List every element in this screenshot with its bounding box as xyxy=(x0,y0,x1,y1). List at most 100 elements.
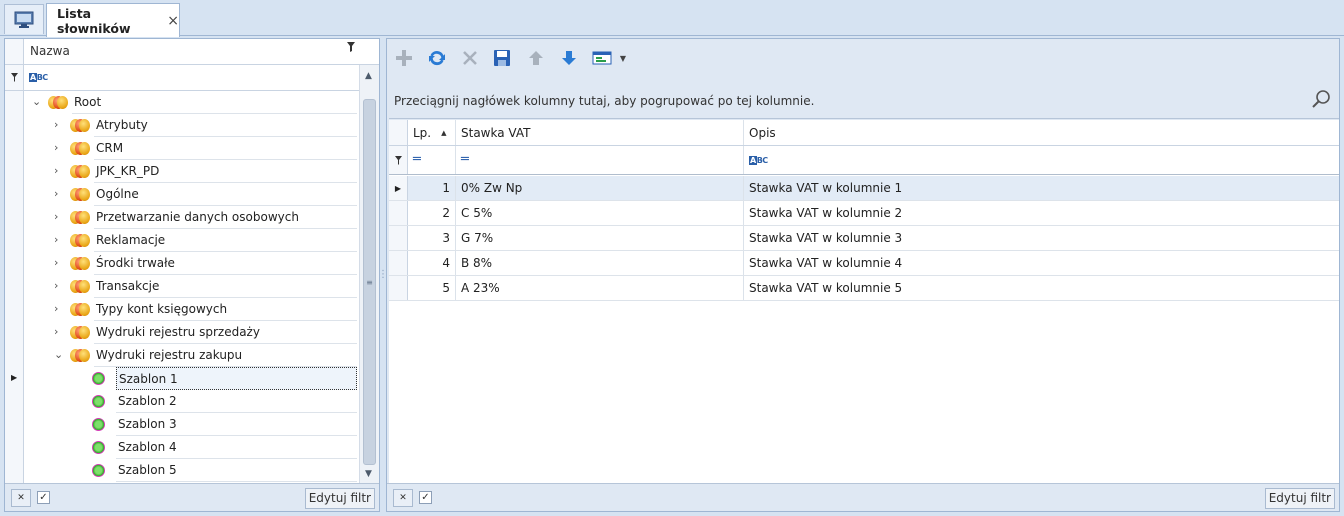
cell-opis[interactable]: Stawka VAT w kolumnie 2 xyxy=(744,201,1339,225)
chevron-right-icon[interactable]: › xyxy=(54,233,58,246)
current-row-indicator-icon: ▶ xyxy=(394,183,402,193)
cell-lp[interactable]: 5 xyxy=(408,276,456,300)
table-row[interactable]: ▶ 1 0% Zw Np Stawka VAT w kolumnie 1 xyxy=(389,176,1339,201)
tree-item[interactable]: › Typy kont księgowych xyxy=(24,298,357,321)
column-filter-icon[interactable] xyxy=(347,42,355,55)
cell-stawka-vat[interactable]: B 8% xyxy=(456,251,744,275)
group-by-hint: Przeciągnij nagłówek kolumny tutaj, aby … xyxy=(394,94,815,108)
tree-item-label: Wydruki rejestru zakupu xyxy=(94,344,357,367)
table-row[interactable]: 3G 7% Stawka VAT w kolumnie 3 xyxy=(389,226,1339,251)
tree-scrollbar[interactable]: ▲ ≡ ▼ xyxy=(359,65,379,483)
toolbar: ▼ xyxy=(387,39,1339,77)
cell-lp[interactable]: 1 xyxy=(408,176,456,200)
cell-opis[interactable]: Stawka VAT w kolumnie 3 xyxy=(744,226,1339,250)
scroll-down-icon[interactable]: ▼ xyxy=(365,469,372,479)
filter-enabled-checkbox[interactable]: ✓ xyxy=(37,491,50,504)
add-icon[interactable] xyxy=(393,47,415,69)
filter-opis-cell[interactable]: ABC xyxy=(744,146,1339,174)
tree-item[interactable]: › Transakcje xyxy=(24,275,357,298)
tree-item[interactable]: › CRM xyxy=(24,137,357,160)
tree-item-label: Transakcje xyxy=(94,275,357,298)
scroll-up-icon[interactable]: ▲ xyxy=(365,71,372,81)
table-row[interactable]: 2C 5% Stawka VAT w kolumnie 2 xyxy=(389,201,1339,226)
filter-enabled-checkbox[interactable]: ✓ xyxy=(419,491,432,504)
tree-item[interactable]: › JPK_KR_PD xyxy=(24,160,357,183)
chevron-down-icon[interactable]: ⌄ xyxy=(32,95,41,108)
tree-item[interactable]: Szablon 5 xyxy=(24,459,357,482)
tree-item-label: Przetwarzanie danych osobowych xyxy=(94,206,357,229)
chevron-right-icon[interactable]: › xyxy=(54,302,58,315)
tree-item[interactable]: › Atrybuty xyxy=(24,114,357,137)
gear-icon xyxy=(92,464,105,477)
chevron-right-icon[interactable]: › xyxy=(54,325,58,338)
tree-item[interactable]: › Wydruki rejestru sprzedaży xyxy=(24,321,357,344)
tree-column-header[interactable]: Nazwa xyxy=(5,39,379,65)
move-up-icon[interactable] xyxy=(525,47,547,69)
delete-icon[interactable] xyxy=(459,47,481,69)
group-by-area[interactable]: Przeciągnij nagłówek kolumny tutaj, aby … xyxy=(389,79,1339,119)
cell-lp[interactable]: 3 xyxy=(408,226,456,250)
table-row[interactable]: 4B 8% Stawka VAT w kolumnie 4 xyxy=(389,251,1339,276)
chevron-right-icon[interactable]: › xyxy=(54,141,58,154)
tree-item[interactable]: › Reklamacje xyxy=(24,229,357,252)
cell-stawka-vat[interactable]: 0% Zw Np xyxy=(456,176,744,200)
tree-item[interactable]: ⌄ Root xyxy=(24,91,357,114)
row-indicator-cell xyxy=(389,226,408,250)
tree-item[interactable]: › Przetwarzanie danych osobowych xyxy=(24,206,357,229)
table-row[interactable]: 5A 23% Stawka VAT w kolumnie 5 xyxy=(389,276,1339,301)
clear-filter-button[interactable]: ✕ xyxy=(11,489,31,507)
chevron-right-icon[interactable]: › xyxy=(54,210,58,223)
column-header-stawka-vat[interactable]: Stawka VAT xyxy=(456,120,744,145)
cell-opis[interactable]: Stawka VAT w kolumnie 1 xyxy=(744,176,1339,200)
search-icon[interactable] xyxy=(1311,89,1331,112)
refresh-icon[interactable] xyxy=(426,47,448,69)
column-header-lp[interactable]: Lp. ▲ xyxy=(408,120,456,145)
tree-item-label: Ogólne xyxy=(94,183,357,206)
cell-lp[interactable]: 4 xyxy=(408,251,456,275)
edit-filter-button[interactable]: Edytuj filtr xyxy=(1264,488,1335,509)
grid-filter-status-bar: ✕ ✓ Edytuj filtr xyxy=(387,483,1339,511)
text-filter-icon[interactable]: ABC xyxy=(29,73,48,82)
tree-item-label: CRM xyxy=(94,137,357,160)
tree-item[interactable]: › Środki trwałe xyxy=(24,252,357,275)
chevron-right-icon[interactable]: › xyxy=(54,279,58,292)
clear-filter-button[interactable]: ✕ xyxy=(393,489,413,507)
cell-opis[interactable]: Stawka VAT w kolumnie 5 xyxy=(744,276,1339,300)
chevron-right-icon[interactable]: › xyxy=(54,187,58,200)
tree-item[interactable]: Szablon 2 xyxy=(24,390,357,413)
chevron-right-icon[interactable]: › xyxy=(54,118,58,131)
tree-item-label: Środki trwałe xyxy=(94,252,357,275)
cell-lp[interactable]: 2 xyxy=(408,201,456,225)
move-down-icon[interactable] xyxy=(558,47,580,69)
tab-lista-slownikow[interactable]: Lista słowników × xyxy=(46,3,180,37)
cell-stawka-vat[interactable]: C 5% xyxy=(456,201,744,225)
coins-icon xyxy=(70,349,90,362)
tree-item[interactable]: Szablon 3 xyxy=(24,413,357,436)
chevron-right-icon[interactable]: › xyxy=(54,164,58,177)
dropdown-arrow-icon[interactable]: ▼ xyxy=(617,47,629,69)
save-icon[interactable] xyxy=(491,47,513,69)
filter-lp-cell[interactable]: ═ xyxy=(408,146,456,174)
tree-column-title: Nazwa xyxy=(30,44,70,58)
cell-opis[interactable]: Stawka VAT w kolumnie 4 xyxy=(744,251,1339,275)
tree-item[interactable]: ⌄ Wydruki rejestru zakupu xyxy=(24,344,357,367)
row-indicator-cell: ▶ xyxy=(389,176,408,200)
view-options-icon[interactable] xyxy=(591,47,613,69)
column-header-opis[interactable]: Opis xyxy=(744,120,1339,145)
close-icon[interactable]: × xyxy=(167,13,179,29)
cell-stawka-vat[interactable]: G 7% xyxy=(456,226,744,250)
tree-item[interactable]: › Ogólne xyxy=(24,183,357,206)
cell-stawka-vat[interactable]: A 23% xyxy=(456,276,744,300)
chevron-down-icon[interactable]: ⌄ xyxy=(54,348,63,361)
filter-vat-cell[interactable]: ═ xyxy=(456,146,744,174)
home-tab[interactable] xyxy=(4,4,44,34)
tree-item[interactable]: Szablon 1 xyxy=(24,367,357,390)
coins-icon xyxy=(70,119,90,132)
tree-item-label: Typy kont księgowych xyxy=(94,298,357,321)
tab-title: Lista słowników xyxy=(57,5,131,36)
edit-filter-button[interactable]: Edytuj filtr xyxy=(304,488,375,509)
tree-item[interactable]: Szablon 4 xyxy=(24,436,357,459)
chevron-right-icon[interactable]: › xyxy=(54,256,58,269)
tree-item-label: Atrybuty xyxy=(94,114,357,137)
scrollbar-thumb[interactable]: ≡ xyxy=(363,99,376,465)
